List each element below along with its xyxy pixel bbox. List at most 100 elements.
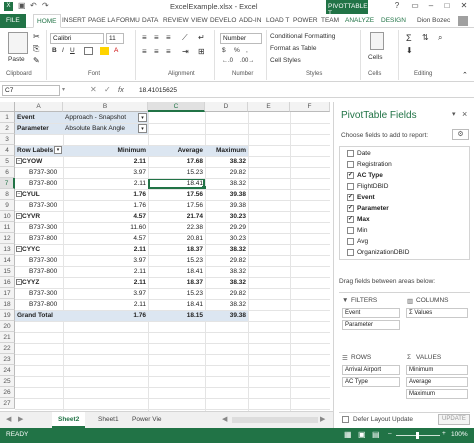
minimum-cell[interactable]: 2.11 [63, 156, 148, 167]
minimum-cell[interactable]: 2.11 [63, 178, 148, 189]
row-header[interactable]: 26 [0, 387, 15, 398]
average-cell[interactable]: 18.37 [148, 277, 205, 288]
page-layout-icon[interactable]: ▣ [358, 430, 366, 439]
font-size-select[interactable]: 11 [106, 33, 124, 44]
maximum-cell[interactable]: 38.32 [205, 244, 248, 255]
maximum-header[interactable]: Maximum [205, 145, 248, 156]
cells-icon[interactable] [370, 32, 384, 50]
currency-icon[interactable]: $ [222, 47, 226, 54]
align-bottom-icon[interactable]: ≡ [166, 33, 171, 42]
increase-decimal-icon[interactable]: ←.0 [222, 58, 233, 64]
gear-icon[interactable]: ⚙ [452, 129, 469, 140]
row-header[interactable]: 17 [0, 288, 15, 299]
average-cell[interactable]: 21.74 [148, 211, 205, 222]
font-name-select[interactable]: Calibri [50, 33, 104, 44]
tab-analyze[interactable]: ANALYZE [342, 14, 377, 28]
values-area-item-minimum[interactable]: Minimum [406, 365, 468, 375]
minimum-cell[interactable]: 3.97 [63, 167, 148, 178]
maximum-cell[interactable]: 29.29 [205, 222, 248, 233]
defer-layout-checkbox[interactable] [342, 416, 349, 423]
filter-dropdown-icon[interactable]: ▾ [138, 124, 147, 133]
minimum-cell[interactable]: 2.11 [63, 244, 148, 255]
minimum-cell[interactable]: 1.76 [63, 189, 148, 200]
tab-load-test[interactable]: LOAD T [263, 14, 292, 28]
filter-label-event[interactable]: Event [15, 112, 63, 123]
maximum-cell[interactable]: 38.32 [205, 156, 248, 167]
maximum-cell[interactable]: 38.32 [205, 277, 248, 288]
maximum-cell[interactable]: 38.32 [205, 266, 248, 277]
row-label[interactable]: B737-800 [15, 233, 63, 244]
conditional-formatting-button[interactable]: Conditional Formatting [270, 33, 335, 40]
next-sheet-icon[interactable]: ▶ [18, 415, 23, 423]
tab-developer[interactable]: DEVELO [207, 14, 239, 28]
autosum-icon[interactable]: Σ [406, 33, 412, 43]
cut-icon[interactable]: ✂ [33, 32, 40, 41]
tab-review[interactable]: REVIEW [160, 14, 192, 28]
field-checkbox[interactable]: ✓ [347, 172, 354, 179]
avatar[interactable] [458, 16, 468, 26]
columns-area-item-values[interactable]: Σ Values [406, 308, 468, 318]
field-list-item[interactable]: ✓ Event [347, 194, 375, 204]
bold-icon[interactable]: B [52, 47, 57, 54]
select-all-corner[interactable] [0, 102, 15, 112]
row-label[interactable]: CYOW [15, 156, 63, 167]
average-cell[interactable]: 22.38 [148, 222, 205, 233]
row-header[interactable]: 23 [0, 354, 15, 365]
row-header[interactable]: 15 [0, 266, 15, 277]
average-cell[interactable]: 17.68 [148, 156, 205, 167]
field-list-item[interactable]: OrganizationDBID [347, 249, 409, 259]
filter-dropdown-icon[interactable]: ▾ [138, 113, 147, 122]
field-checkbox[interactable]: ✓ [347, 216, 354, 223]
maximum-cell[interactable]: 39.38 [205, 189, 248, 200]
redo-icon[interactable]: ↷ [42, 1, 49, 10]
name-box[interactable]: C7 [2, 85, 60, 96]
field-checkbox[interactable] [347, 161, 354, 168]
row-label[interactable]: B737-800 [15, 266, 63, 277]
maximum-cell[interactable]: 29.82 [205, 288, 248, 299]
maximum-cell[interactable]: 29.82 [205, 255, 248, 266]
row-header[interactable]: 20 [0, 321, 15, 332]
minimum-cell[interactable]: 1.76 [63, 200, 148, 211]
format-as-table-button[interactable]: Format as Table [270, 45, 316, 52]
cancel-icon[interactable]: ✕ [90, 85, 97, 94]
values-area-item-average[interactable]: Average [406, 377, 468, 387]
field-checkbox[interactable] [347, 227, 354, 234]
row-header[interactable]: 2 [0, 123, 15, 134]
spreadsheet-grid[interactable]: A B C D E F 1 2 3 4 5 6 7 8 9 10 11 12 1… [0, 102, 330, 411]
average-cell[interactable]: 20.81 [148, 233, 205, 244]
row-header[interactable]: 1 [0, 112, 15, 123]
maximum-cell[interactable]: 38.32 [205, 299, 248, 310]
minimum-cell[interactable]: 1.76 [63, 310, 148, 321]
borders-icon[interactable] [84, 47, 93, 55]
scroll-icon[interactable]: ◀ [222, 415, 227, 423]
column-header-b[interactable]: B [63, 102, 148, 112]
column-header-f[interactable]: F [290, 102, 330, 112]
insert-function-icon[interactable]: fx [118, 85, 124, 94]
format-painter-icon[interactable]: ✎ [33, 56, 40, 65]
normal-view-icon[interactable]: ▦ [344, 430, 352, 439]
collapse-icon[interactable]: − [16, 279, 22, 285]
row-header[interactable]: 24 [0, 365, 15, 376]
average-header[interactable]: Average [148, 145, 205, 156]
align-right-icon[interactable]: ≡ [166, 47, 171, 56]
fill-icon[interactable]: ⬇ [406, 46, 413, 55]
row-header[interactable]: 8 [0, 189, 15, 200]
row-header[interactable]: 4 [0, 145, 15, 156]
rows-area-item-arrival-airport[interactable]: Arrival Airport [342, 365, 400, 375]
row-header[interactable]: 21 [0, 332, 15, 343]
formula-input[interactable]: 18.41015625 [135, 85, 472, 97]
field-list[interactable]: Date Registration ✓ AC Type FlightDBID ✓ Event… [339, 146, 470, 260]
tab-design[interactable]: DESIGN [378, 14, 409, 28]
zoom-level[interactable]: 100% [451, 431, 468, 438]
minimum-cell[interactable]: 2.11 [63, 266, 148, 277]
update-button[interactable]: UPDATE [438, 414, 470, 425]
average-cell[interactable]: 15.23 [148, 167, 205, 178]
merge-icon[interactable]: ⊞ [198, 47, 205, 56]
collapse-ribbon-icon[interactable]: ⌃ [462, 71, 468, 79]
copy-icon[interactable]: ⎘ [33, 44, 39, 54]
minimum-cell[interactable]: 2.11 [63, 299, 148, 310]
save-icon[interactable]: ▣ [18, 1, 26, 10]
scroll-icon[interactable]: ▶ [320, 415, 325, 423]
cell-styles-button[interactable]: Cell Styles [270, 57, 301, 64]
tab-data[interactable]: DATA [139, 14, 161, 28]
